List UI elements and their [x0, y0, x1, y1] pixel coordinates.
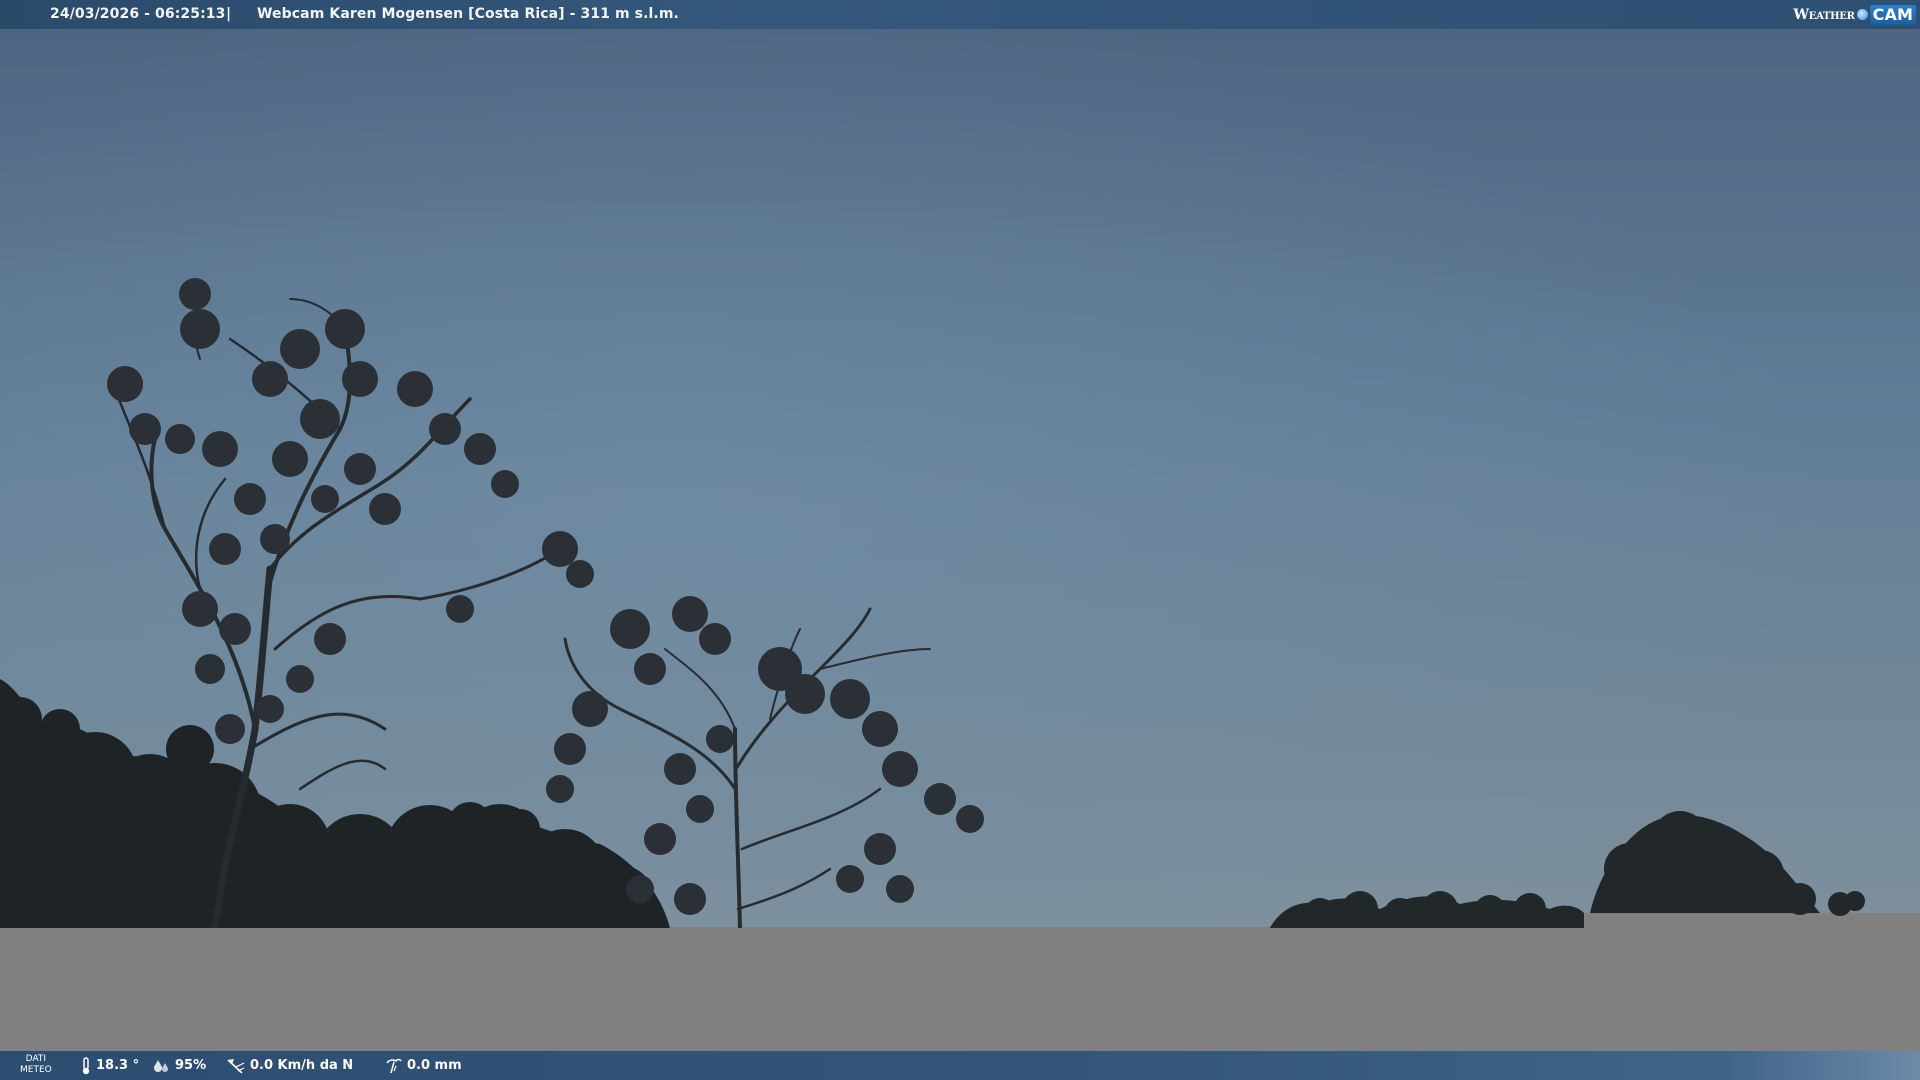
webcam-page: 24/03/2026 - 06:25:13 | Webcam Karen Mog… — [0, 0, 1920, 1080]
logo-weather-text: Weather — [1793, 6, 1855, 23]
thermometer-icon — [82, 1056, 90, 1074]
temperature-value: 18.3 ° — [96, 1058, 140, 1073]
webcam-scene — [0, 29, 1920, 928]
capture-datetime: 24/03/2026 - 06:25:13 — [50, 6, 226, 22]
humidity-reading: 95% — [153, 1051, 206, 1080]
logo-cam-text: CAM — [1869, 4, 1916, 25]
humidity-drops-icon — [154, 1059, 168, 1072]
header-separator: | — [226, 6, 232, 22]
wind-reading: 0.0 Km/h da N — [226, 1051, 353, 1080]
camera-title: Webcam Karen Mogensen [Costa Rica] - 311… — [257, 6, 679, 22]
rain-gauge-icon — [386, 1058, 402, 1073]
wind-value: 0.0 Km/h da N — [250, 1058, 354, 1073]
weather-data-label: DATI METEO — [20, 1054, 52, 1076]
weathercam-logo[interactable]: Weather CAM — [1793, 0, 1920, 29]
rain-value: 0.0 mm — [407, 1058, 462, 1073]
header-bar: 24/03/2026 - 06:25:13 | Webcam Karen Mog… — [0, 0, 1920, 29]
weather-data-bar: DATI METEO 18.3 ° 95% 0.0 Km/h da N 0.0 … — [0, 1051, 1920, 1080]
weather-data-label-line2: METEO — [20, 1065, 52, 1075]
temperature-reading: 18.3 ° — [80, 1051, 139, 1080]
logo-globe-icon — [1856, 9, 1868, 20]
wind-vane-icon — [227, 1058, 245, 1074]
webcam-image — [0, 29, 1920, 928]
rain-reading: 0.0 mm — [385, 1051, 462, 1080]
humidity-value: 95% — [175, 1058, 207, 1073]
weather-data-label-line1: DATI — [25, 1054, 47, 1064]
